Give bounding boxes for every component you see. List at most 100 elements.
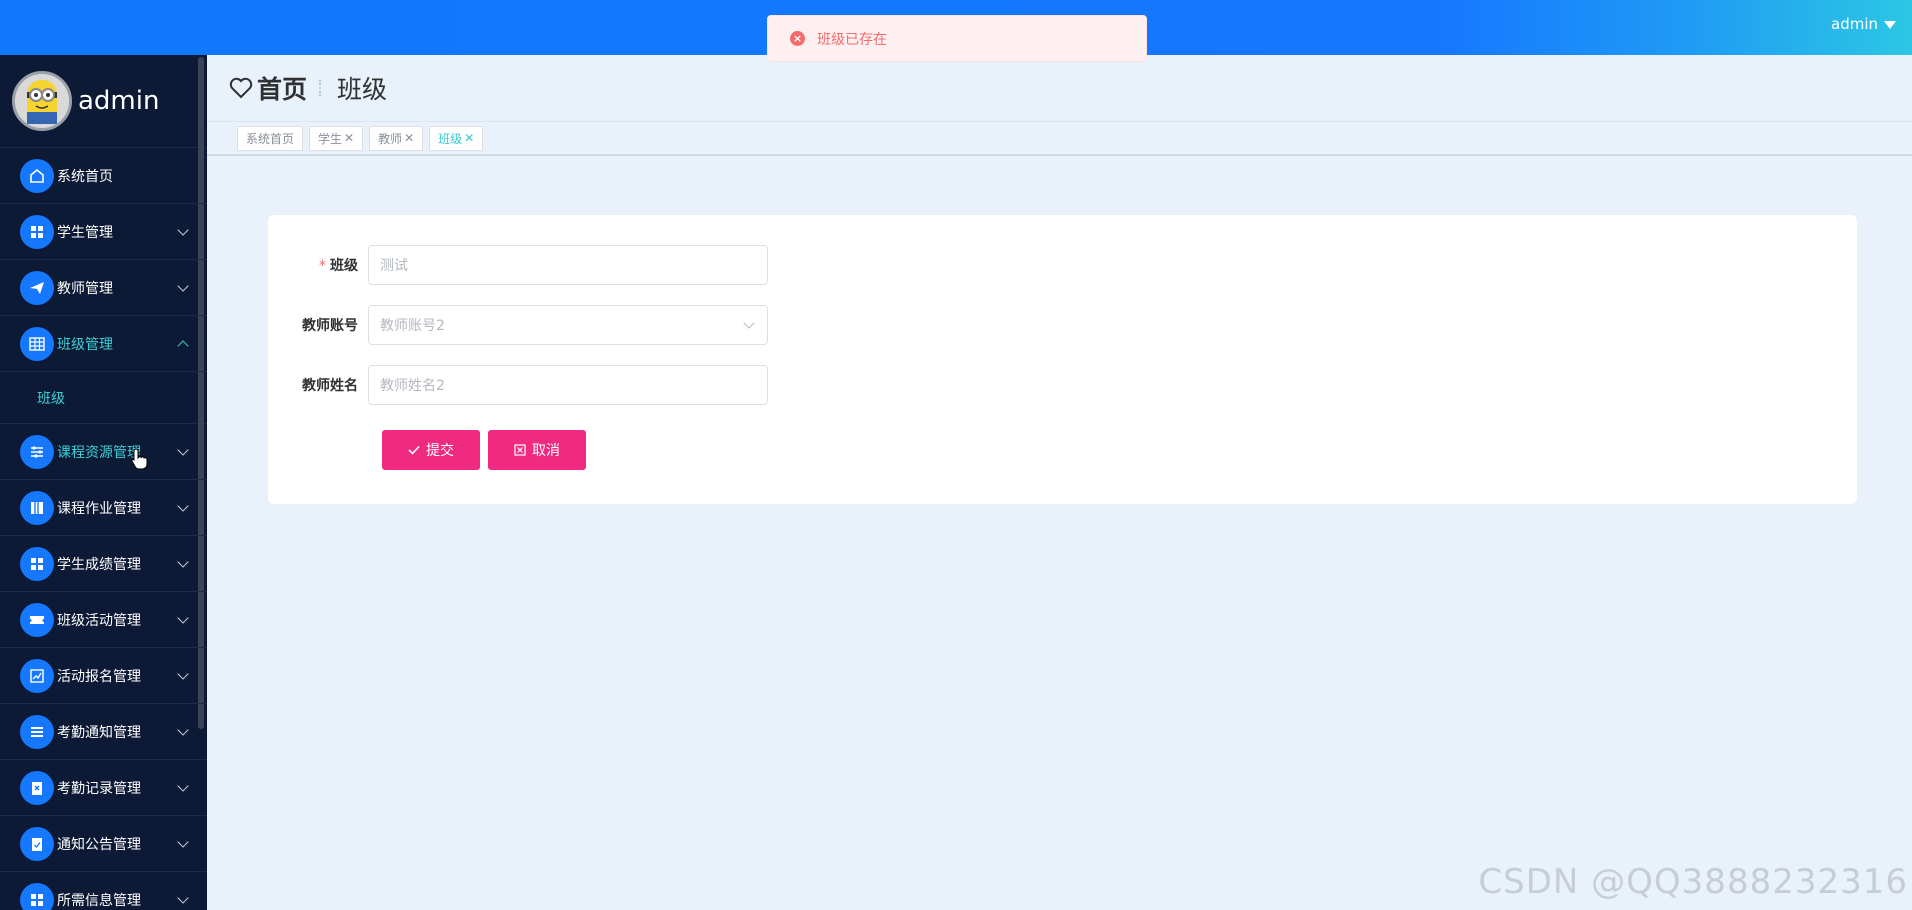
clipboard-check-icon [20,826,54,861]
watermark: CSDN @QQ3888232316 [1478,862,1908,902]
submit-label: 提交 [426,443,454,459]
paper-plane-icon [20,270,54,305]
sidebar-item-attendance-records[interactable]: 考勤记录管理 [0,760,207,816]
tag-label: 系统首页 [246,131,295,146]
chevron-down-icon [177,500,189,512]
error-icon: × [790,31,805,46]
toast-message: 班级已存在 [817,31,887,48]
form-row-teacher-name: 教师姓名 教师姓名2 [268,365,768,405]
chevron-down-icon [177,668,189,680]
teacher-name-label: 教师姓名 [302,378,358,394]
chevron-down-icon [177,280,189,292]
sidebar-item-course-homework[interactable]: 课程作业管理 [0,480,207,536]
breadcrumb-home[interactable]: 首页 [257,70,307,106]
chevron-down-icon [177,556,189,568]
sidebar-item-label: 所需信息管理 [57,892,141,909]
sidebar-item-label: 学生成绩管理 [57,556,141,573]
chevron-up-icon [177,340,189,352]
tag-label: 学生 [318,131,343,146]
close-icon[interactable]: ✕ [344,131,354,145]
avatar [12,71,72,131]
grid-icon [20,546,54,581]
sidebar-item-label: 考勤记录管理 [57,780,141,797]
sidebar-item-student-grades[interactable]: 学生成绩管理 [0,536,207,592]
sidebar-item-label: 教师管理 [57,280,113,297]
hand-cursor-icon [131,448,148,470]
form-row-teacher-account: 教师账号 教师账号2 [268,305,768,345]
tag-students[interactable]: 学生 ✕ [309,125,364,151]
class-input[interactable]: 测试 [368,245,768,285]
chevron-down-icon [177,224,189,236]
book-icon [20,490,54,525]
home-icon [20,158,54,193]
chevron-down-icon [177,612,189,624]
sidebar-item-teachers[interactable]: 教师管理 [0,260,207,316]
sidebar-item-classes[interactable]: 班级管理 [0,316,207,372]
chart-icon [20,658,54,693]
sidebar-profile: admin [0,55,207,148]
sidebar-item-label: 课程作业管理 [57,500,141,517]
chevron-down-icon [177,724,189,736]
chevron-down-icon [177,836,189,848]
tag-home[interactable]: 系统首页 [237,125,304,151]
heart-icon [229,77,253,99]
teacher-name-input[interactable]: 教师姓名2 [368,365,768,405]
sidebar-subitem-class[interactable]: 班级 [0,372,207,424]
breadcrumb-separator [319,80,325,96]
close-icon[interactable]: ✕ [404,131,414,145]
sidebar-item-announcements[interactable]: 通知公告管理 [0,816,207,872]
sidebar-item-label: 活动报名管理 [57,668,141,685]
caret-down-icon [1884,21,1896,29]
error-toast: × 班级已存在 [767,15,1147,62]
page-header: 首页 班级 [207,55,1912,121]
sidebar-item-label: 班级活动管理 [57,612,141,629]
teacher-account-label: 教师账号 [302,318,358,334]
user-menu[interactable]: admin [1831,15,1896,33]
required-mark: * [319,258,326,274]
sidebar-item-label: 课程资源管理 [57,444,141,461]
sidebar-item-class-activities[interactable]: 班级活动管理 [0,592,207,648]
sidebar-item-activity-signup[interactable]: 活动报名管理 [0,648,207,704]
sidebar-item-label: 学生管理 [57,224,113,241]
sidebar-item-label: 考勤通知管理 [57,724,141,741]
chevron-down-icon [177,892,189,904]
sidebar-subitem-label: 班级 [37,390,65,407]
sidebar-item-required-info[interactable]: 所需信息管理 [0,872,207,910]
submit-button[interactable]: 提交 [382,430,480,470]
clipboard-icon [20,770,54,805]
form-card: * 班级 测试 教师账号 教师账号2 教师姓名 教师姓名2 提交 取消 [268,215,1857,504]
sidebar-item-label: 通知公告管理 [57,836,141,853]
grid-icon [20,214,54,249]
close-square-icon [514,444,526,456]
sidebar-item-label: 班级管理 [57,336,113,353]
table-icon [20,326,54,361]
class-input-value: 测试 [380,258,408,274]
chevron-down-icon [177,444,189,456]
teacher-account-select[interactable]: 教师账号2 [368,305,768,345]
sidebar-item-students[interactable]: 学生管理 [0,204,207,260]
sidebar: admin 系统首页 学生管理 教师管理 班级管理 班级 课程资源管理 课程作业… [0,55,207,910]
sliders-icon [20,434,54,469]
sidebar-item-home[interactable]: 系统首页 [0,148,207,204]
cancel-button[interactable]: 取消 [488,430,586,470]
close-icon[interactable]: ✕ [464,131,474,145]
chevron-down-icon [743,317,755,329]
tag-classes[interactable]: 班级 ✕ [429,125,484,151]
cancel-label: 取消 [532,443,560,459]
teacher-account-placeholder: 教师账号2 [380,318,445,334]
sidebar-item-attendance-notice[interactable]: 考勤通知管理 [0,704,207,760]
class-label-text: 班级 [330,258,358,274]
chevron-down-icon [177,780,189,792]
ticket-icon [20,602,54,637]
class-label: * 班级 [268,255,368,275]
teacher-name-placeholder: 教师姓名2 [380,378,445,394]
profile-name: admin [78,86,160,116]
check-icon [408,445,420,455]
list-icon [20,714,54,749]
tag-label: 教师 [378,131,403,146]
user-menu-label: admin [1831,15,1878,33]
tag-teachers[interactable]: 教师 ✕ [369,125,424,151]
tags-bar: 系统首页 学生 ✕ 教师 ✕ 班级 ✕ [207,121,1912,156]
breadcrumb-current: 班级 [337,75,388,104]
sidebar-item-course-resources[interactable]: 课程资源管理 [0,424,207,480]
